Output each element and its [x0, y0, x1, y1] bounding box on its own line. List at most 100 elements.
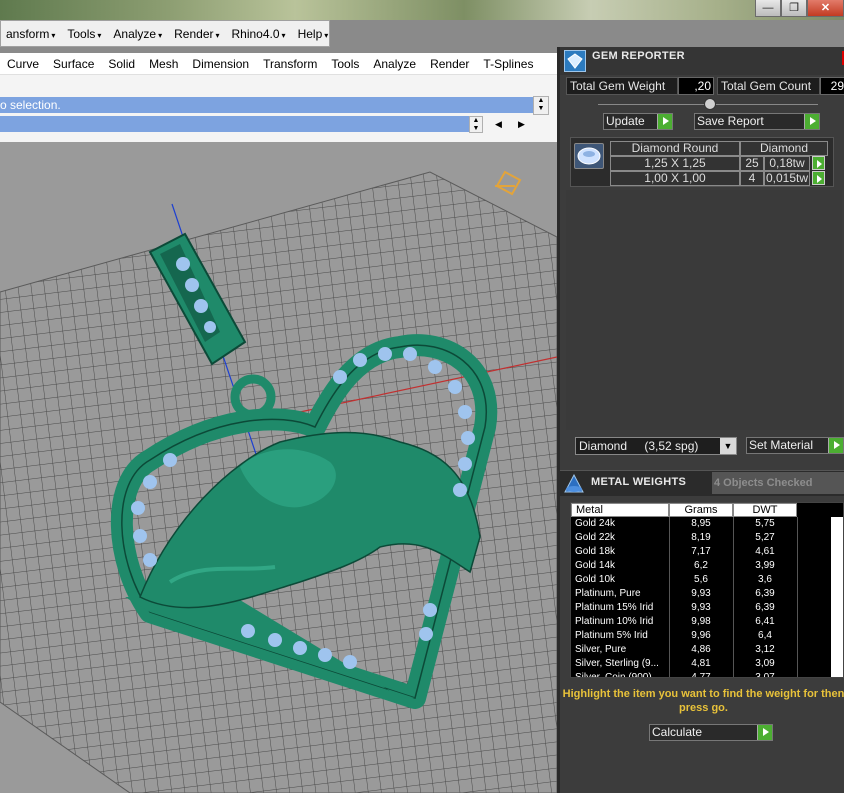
window-title-bar: — ❐ ✕ [0, 0, 844, 20]
metal-weights-table[interactable]: Metal Grams DWT Gold 24k 8,95 5,75 Gold 22k… [570, 502, 844, 678]
gem-row-2-count[interactable]: 4 [740, 171, 764, 186]
table-row[interactable]: Platinum 15% Irid 9,93 6,39 [571, 601, 843, 615]
metal-name-cell: Platinum, Pure [575, 588, 641, 599]
menu-solid[interactable]: Solid [101, 57, 142, 71]
table-row[interactable]: Gold 18k 7,17 4,61 [571, 545, 843, 559]
menu-tsplines[interactable]: T-Splines [476, 57, 540, 71]
menu-transform-main[interactable]: Transform [256, 57, 324, 71]
menu-render-main[interactable]: Render [423, 57, 476, 71]
dwt-cell: 3,09 [755, 658, 775, 669]
gem-reporter-logo-icon [564, 50, 586, 72]
column-header-metal[interactable]: Metal [571, 503, 669, 517]
arrow-right-icon[interactable]: ▶ [518, 119, 525, 130]
minimize-button[interactable]: — [755, 0, 781, 17]
menu-rhino4[interactable]: Rhino4.0 ▾ [227, 27, 293, 41]
hint-text: Highlight the item you want to find the … [562, 688, 844, 714]
column-header-grams[interactable]: Grams [669, 503, 733, 517]
perspective-viewport[interactable] [0, 142, 557, 793]
gem-reporter-header: GEM REPORTER [560, 47, 844, 75]
calculate-label: Calculate [652, 725, 703, 739]
command-nav-arrows: ◀ ▶ [487, 116, 533, 133]
gem-table-header-material: Diamond [740, 141, 828, 156]
gem-row-2-weight[interactable]: 0,015tw [764, 171, 810, 186]
dwt-cell: 3,99 [755, 560, 775, 571]
table-row[interactable]: Gold 24k 8,95 5,75 [571, 517, 843, 531]
dropdown-arrow-icon: ▾ [51, 30, 56, 40]
dwt-cell: 4,61 [755, 546, 775, 557]
column-header-dwt[interactable]: DWT [733, 503, 797, 517]
gem-row-2-go-icon[interactable] [812, 171, 825, 185]
menu-tools-main[interactable]: Tools [324, 57, 366, 71]
metal-name-cell: Gold 22k [575, 532, 616, 543]
metal-table-scrollbar[interactable] [831, 517, 843, 677]
update-button[interactable]: Update [603, 113, 673, 130]
table-row[interactable]: Platinum, Pure 9,93 6,39 [571, 587, 843, 601]
table-row[interactable]: Silver, Coin (900) 4,77 3,07 [571, 671, 843, 677]
menu-mesh[interactable]: Mesh [142, 57, 185, 71]
table-row[interactable]: Gold 10k 5,6 3,6 [571, 573, 843, 587]
material-spg: (3,52 spg) [644, 439, 699, 453]
menu-surface[interactable]: Surface [46, 57, 101, 71]
dropdown-arrow-icon: ▾ [215, 30, 220, 40]
table-row[interactable]: Platinum 10% Irid 9,98 6,41 [571, 615, 843, 629]
metal-name-cell: Platinum 10% Irid [575, 616, 654, 627]
command-spinner[interactable]: ▲ ▼ [469, 116, 483, 133]
calculate-button[interactable]: Calculate [649, 724, 773, 741]
menu-dimension[interactable]: Dimension [185, 57, 256, 71]
gem-row-2-size[interactable]: 1,00 X 1,00 [610, 171, 740, 186]
maximize-button[interactable]: ❐ [781, 0, 807, 17]
grams-cell: 9,96 [691, 630, 711, 641]
go-arrow-icon [804, 114, 819, 129]
go-arrow-icon [657, 114, 672, 129]
menu-transform[interactable]: ansform ▾ [1, 27, 62, 41]
gem-slider-knob[interactable] [704, 98, 716, 110]
right-panel: GEM REPORTER Total Gem Weight ,20 Total … [557, 47, 844, 793]
menu-label: ansform [6, 26, 50, 41]
save-report-label: Save Report [697, 114, 764, 128]
menu-label: Help [297, 26, 323, 41]
menu-tools[interactable]: Tools ▾ [62, 27, 108, 41]
menu-curve[interactable]: Curve [0, 57, 46, 71]
table-row[interactable]: Platinum 5% Irid 9,96 6,4 [571, 629, 843, 643]
metal-name-cell: Platinum 15% Irid [575, 602, 654, 613]
dropdown-arrow-icon: ▾ [324, 30, 329, 40]
metal-name-cell: Silver, Pure [575, 644, 627, 655]
history-scrollbar[interactable]: ▲ ▼ [533, 96, 549, 115]
menu-label: Rhino4.0 [231, 26, 280, 41]
gem-row-1-go-icon[interactable] [812, 156, 825, 170]
table-row[interactable]: Silver, Sterling (9... 4,81 3,09 [571, 657, 843, 671]
material-select[interactable]: Diamond (3,52 spg) ▼ [575, 437, 737, 455]
arrow-left-icon[interactable]: ◀ [495, 119, 502, 130]
close-button[interactable]: ✕ [807, 0, 844, 17]
table-row[interactable]: Silver, Pure 4,86 3,12 [571, 643, 843, 657]
table-row[interactable]: Gold 22k 8,19 5,27 [571, 531, 843, 545]
set-material-button[interactable]: Set Material [746, 437, 844, 454]
dwt-cell: 5,75 [755, 518, 775, 529]
gem-table-header-shape: Diamond Round [610, 141, 740, 156]
menu-analyze[interactable]: Analyze ▾ [108, 27, 169, 41]
dropdown-arrow-icon: ▾ [158, 30, 163, 40]
dwt-cell: 3,12 [755, 644, 775, 655]
go-arrow-icon [757, 725, 772, 740]
grams-cell: 6,2 [694, 560, 708, 571]
gem-row-1-size[interactable]: 1,25 X 1,25 [610, 156, 740, 171]
total-gem-weight-value: ,20 [678, 77, 714, 95]
save-report-button[interactable]: Save Report [694, 113, 820, 130]
gem-row-1-weight[interactable]: 0,18tw [764, 156, 810, 171]
material-name: Diamond [579, 439, 628, 453]
gem-row-1-count[interactable]: 25 [740, 156, 764, 171]
metal-weights-title: METAL WEIGHTS [591, 476, 687, 488]
grams-cell: 9,93 [691, 602, 711, 613]
dropdown-arrow-icon: ▾ [97, 30, 102, 40]
dwt-cell: 6,41 [755, 616, 775, 627]
table-row[interactable]: Gold 14k 6,2 3,99 [571, 559, 843, 573]
menu-render[interactable]: Render ▾ [169, 27, 226, 41]
gem-table: Diamond Round Diamond 1,25 X 1,25 25 0,1… [570, 137, 834, 187]
menu-help[interactable]: Help ▾ [293, 27, 336, 41]
menu-analyze-main[interactable]: Analyze [366, 57, 423, 71]
chevron-down-icon[interactable]: ▼ [720, 438, 736, 454]
grams-cell: 9,98 [691, 616, 711, 627]
command-input[interactable] [0, 116, 469, 132]
grams-cell: 9,93 [691, 588, 711, 599]
metal-name-cell: Silver, Sterling (9... [575, 658, 659, 669]
